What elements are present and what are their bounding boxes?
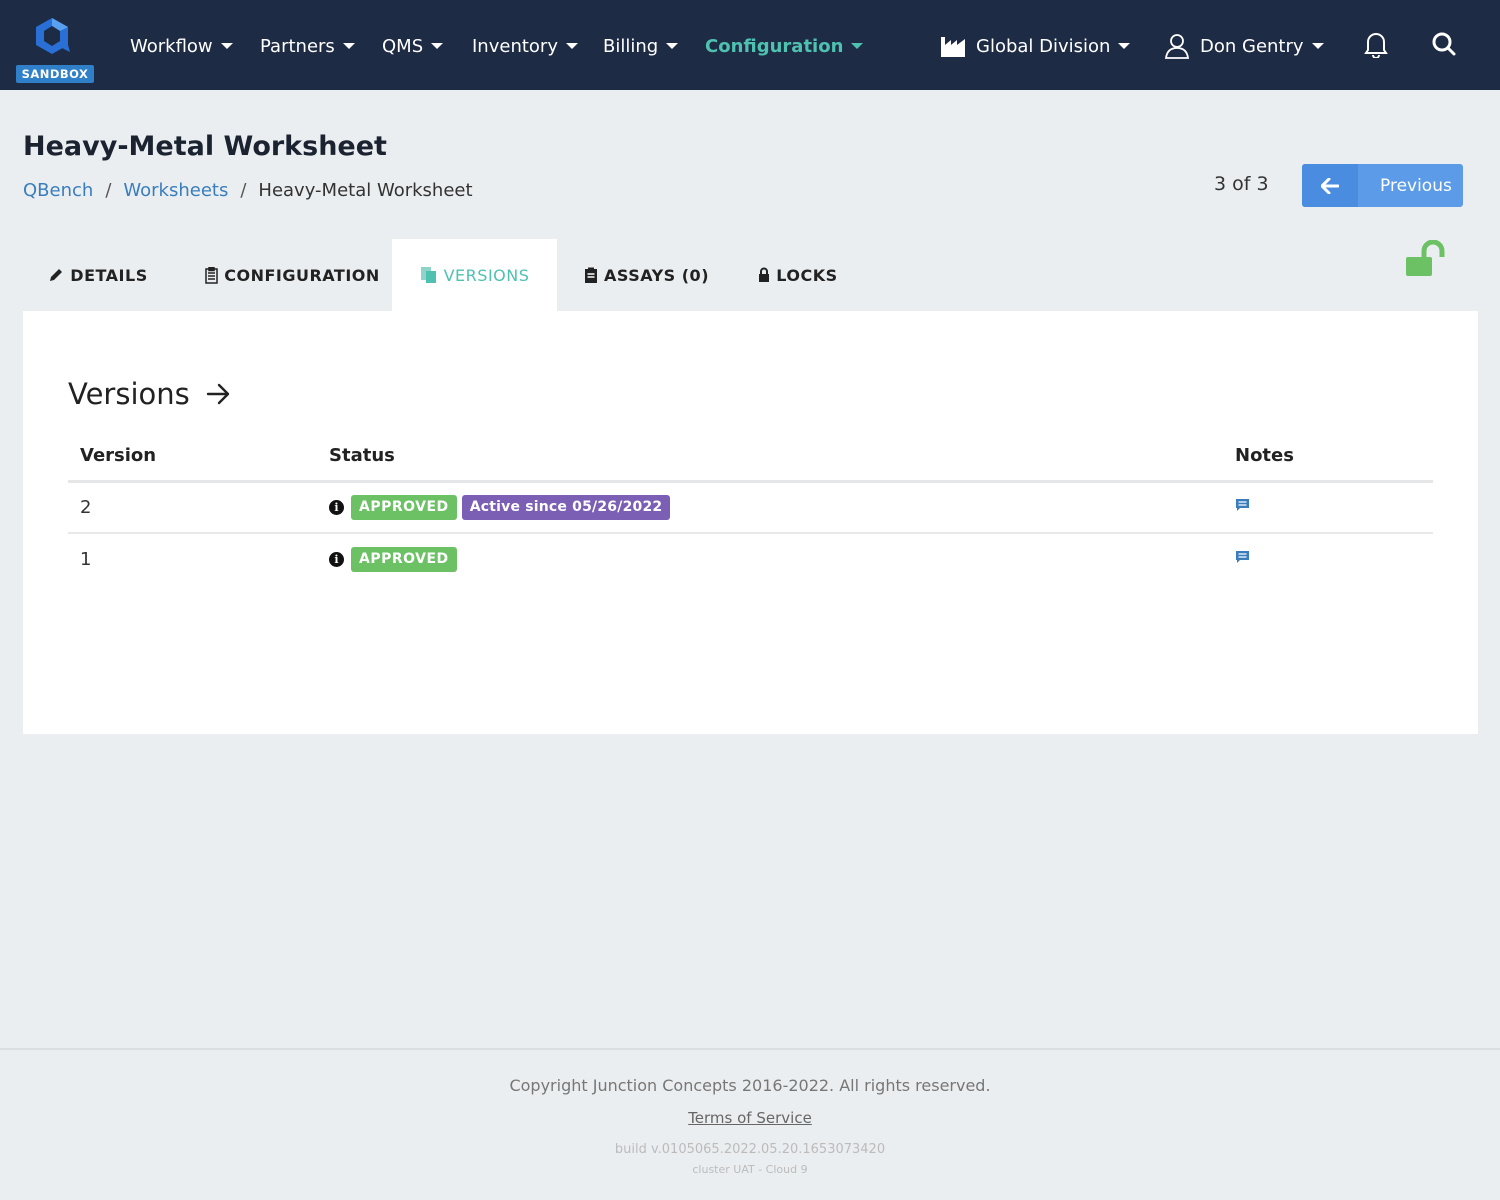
table-row[interactable]: 2 i APPROVED Active since 05/26/2022 [68,481,1433,534]
nav-inventory-label: Inventory [472,35,558,57]
info-icon[interactable]: i [329,499,344,515]
caret-down-icon [1311,43,1324,49]
nav-configuration[interactable]: Configuration [705,33,864,59]
nav-billing-label: Billing [603,35,659,57]
cluster-info: cluster UAT - Cloud 9 [692,1163,808,1176]
breadcrumb-separator: / [240,180,247,201]
nav-billing[interactable]: Billing [603,33,679,59]
breadcrumb-qbench[interactable]: QBench [23,180,93,201]
nav-configuration-label: Configuration [705,35,844,57]
footer: Copyright Junction Concepts 2016-2022. A… [0,1048,1500,1200]
search-icon[interactable] [1431,30,1457,62]
status-cell: i APPROVED Active since 05/26/2022 [317,481,1223,534]
column-header-notes: Notes [1223,431,1433,483]
logo-icon [36,18,70,54]
division-label: Global Division [976,35,1111,57]
column-header-version: Version [68,431,317,483]
terms-of-service-link[interactable]: Terms of Service [0,1109,1500,1127]
app-logo[interactable]: SANDBOX [16,16,94,84]
arrow-right-icon[interactable] [206,383,230,405]
pager-count: 3 of 3 [1214,173,1269,195]
user-menu[interactable]: Don Gentry [1164,33,1324,59]
nav-qms[interactable]: QMS [382,33,444,59]
top-navbar: SANDBOX Workflow Partners QMS Inventory … [0,0,1500,90]
nav-inventory[interactable]: Inventory [472,33,578,59]
copyright-text: Copyright Junction Concepts 2016-2022. A… [509,1076,991,1095]
status-cell: i APPROVED [317,533,1223,585]
caret-down-icon [851,43,864,49]
nav-qms-label: QMS [382,35,424,57]
previous-button-label: Previous [1380,175,1452,196]
factory-icon [940,35,966,57]
breadcrumb-current: Heavy-Metal Worksheet [258,180,473,201]
nav-partners[interactable]: Partners [260,33,355,59]
tab-versions[interactable]: VERSIONS [392,239,557,311]
status-badge: APPROVED [351,547,457,572]
nav-partners-label: Partners [260,35,335,57]
unlock-icon[interactable] [1404,239,1450,282]
table-header-row: Version Status Notes [68,431,1433,483]
table-row[interactable]: 1 i APPROVED [68,533,1433,585]
nav-workflow-label: Workflow [130,35,213,57]
column-header-status: Status [317,431,1223,483]
active-since-badge: Active since 05/26/2022 [461,494,671,520]
nav-workflow[interactable]: Workflow [130,33,233,59]
user-icon [1164,33,1190,59]
arrow-left-icon [1302,164,1358,207]
page-title: Heavy-Metal Worksheet [23,131,387,162]
tab-assays[interactable]: ASSAYS (0) [579,239,714,311]
sandbox-badge: SANDBOX [16,65,94,83]
caret-down-icon [220,43,233,49]
build-info: build v.0105065.2022.05.20.1653073420 [614,1142,886,1157]
caret-down-icon [342,43,355,49]
tab-versions-label: VERSIONS [443,265,530,285]
version-number: 1 [80,549,92,570]
tab-configuration[interactable]: CONFIGURATION [193,239,392,311]
user-name: Don Gentry [1200,35,1304,57]
versions-heading: Versions [68,377,230,411]
info-icon[interactable]: i [329,552,344,567]
division-selector[interactable]: Global Division [940,33,1131,59]
notes-cell [1223,533,1433,585]
caret-down-icon [565,43,578,49]
tab-locks-label: LOCKS [776,265,838,285]
pencil-icon [48,267,64,283]
tab-details[interactable]: DETAILS [23,239,173,311]
notes-cell [1223,481,1433,534]
breadcrumb: QBench / Worksheets / Heavy-Metal Worksheet [23,180,473,201]
breadcrumb-separator: / [105,180,112,201]
comment-icon[interactable] [1235,550,1250,565]
tab-details-label: DETAILS [70,265,148,285]
tab-configuration-label: CONFIGURATION [224,265,380,285]
tab-locks[interactable]: LOCKS [753,239,843,311]
bell-icon[interactable] [1364,30,1388,62]
breadcrumb-worksheets[interactable]: Worksheets [123,180,228,201]
previous-button[interactable]: Previous [1302,164,1463,207]
versions-title: Versions [68,377,190,411]
caret-down-icon [666,43,679,49]
clipboard-list-icon [205,266,218,284]
files-icon [420,266,438,284]
tab-bar: DETAILS CONFIGURATION VERSIONS ASSAYS (0… [23,239,1478,311]
comment-icon[interactable] [1235,498,1250,513]
caret-down-icon [431,43,444,49]
caret-down-icon [1118,43,1131,49]
version-number: 2 [68,481,317,534]
lock-icon [758,267,770,283]
versions-panel: Versions Version Status Notes 2 i APPROV… [23,311,1478,734]
clipboard-icon [584,267,598,284]
tab-assays-label: ASSAYS (0) [604,265,709,285]
status-badge: APPROVED [351,494,457,520]
versions-table: Version Status Notes 2 i APPROVED Active… [68,431,1433,585]
